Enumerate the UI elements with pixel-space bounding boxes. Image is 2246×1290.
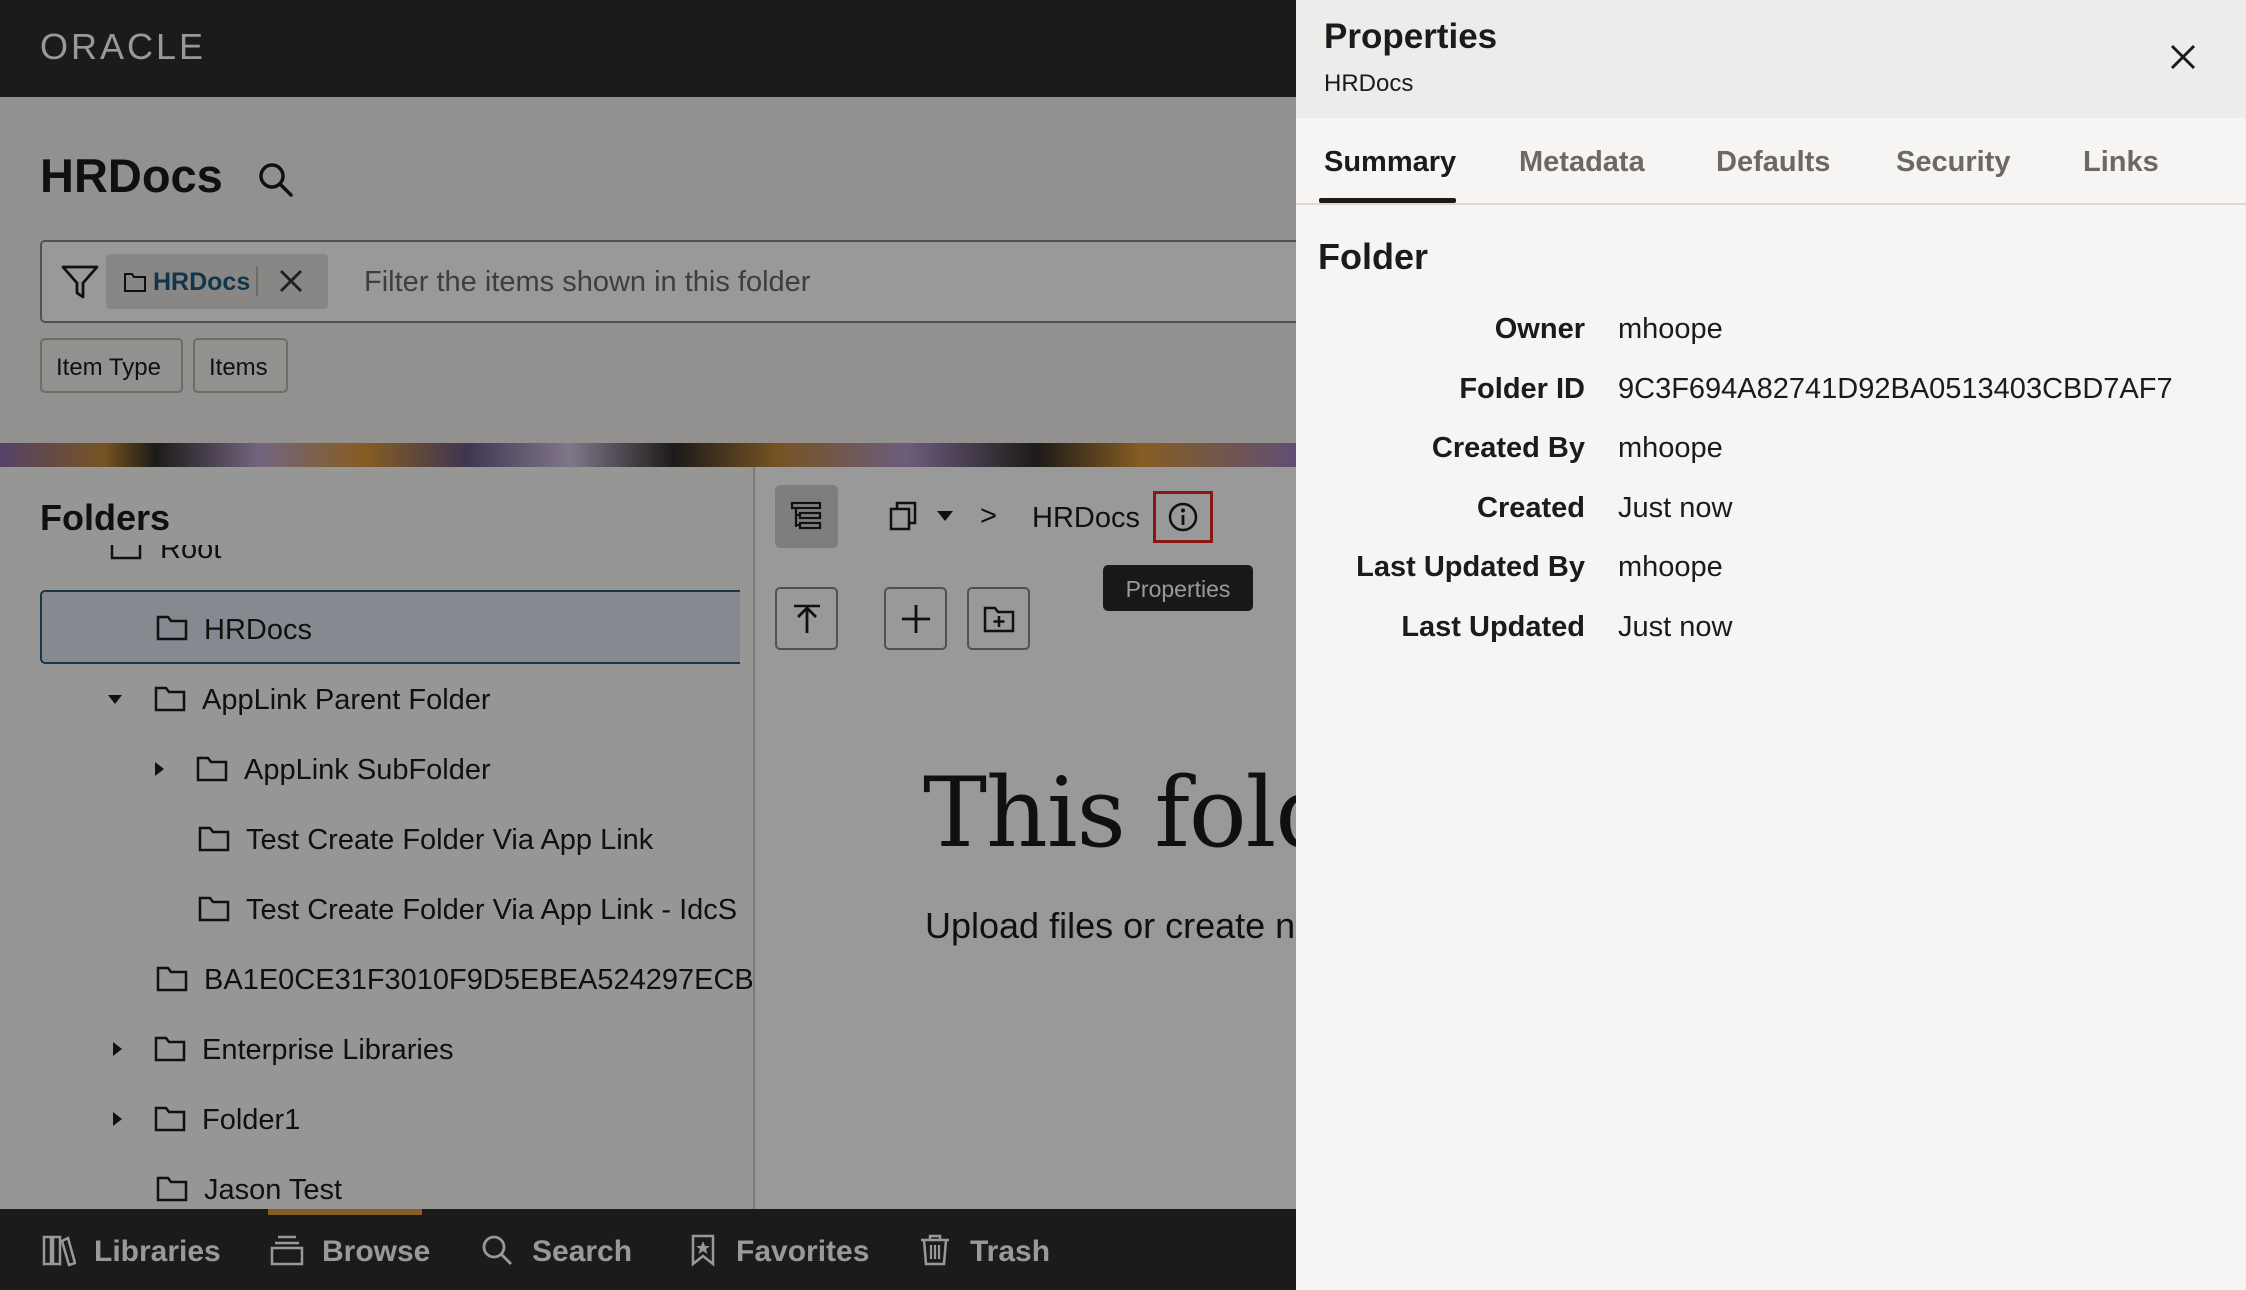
property-row-owner: Owner mhoope bbox=[1296, 313, 2246, 353]
drawer-title: Properties bbox=[1324, 17, 1498, 56]
section-title: Folder bbox=[1318, 236, 1429, 277]
property-row-last-updated: Last Updated Just now bbox=[1296, 611, 2246, 651]
property-value: Just now bbox=[1618, 611, 1733, 643]
property-label: Created bbox=[1477, 492, 1585, 524]
modal-overlay[interactable] bbox=[0, 0, 1296, 1290]
drawer-header: Properties HRDocs bbox=[1296, 0, 2246, 118]
property-value: mhoope bbox=[1618, 551, 1723, 583]
property-row-created: Created Just now bbox=[1296, 492, 2246, 532]
tab-links[interactable]: Links bbox=[2083, 146, 2159, 179]
app-background: ORACLE HRDocs HRDocs Filter the items sh… bbox=[0, 0, 1296, 1290]
properties-tabs: Summary Metadata Defaults Security Links bbox=[1296, 118, 2246, 205]
property-value: mhoope bbox=[1618, 313, 1723, 345]
property-label: Folder ID bbox=[1459, 373, 1585, 405]
property-value: mhoope bbox=[1618, 432, 1723, 464]
property-label: Owner bbox=[1494, 313, 1585, 345]
property-row-folder-id: Folder ID 9C3F694A82741D92BA0513403CBD7A… bbox=[1296, 373, 2246, 413]
active-tab-indicator bbox=[1319, 198, 1456, 203]
property-label: Last Updated bbox=[1401, 611, 1585, 643]
tab-security[interactable]: Security bbox=[1896, 146, 2010, 179]
property-value: Just now bbox=[1618, 492, 1733, 524]
property-row-last-updated-by: Last Updated By mhoope bbox=[1296, 551, 2246, 591]
drawer-subtitle: HRDocs bbox=[1324, 70, 1414, 97]
properties-drawer: Properties HRDocs Summary Metadata Defau… bbox=[1296, 0, 2246, 1290]
close-icon[interactable] bbox=[2166, 40, 2200, 74]
tab-summary[interactable]: Summary bbox=[1324, 146, 1456, 179]
property-label: Last Updated By bbox=[1356, 551, 1585, 583]
property-label: Created By bbox=[1431, 432, 1585, 464]
tab-metadata[interactable]: Metadata bbox=[1519, 146, 1645, 179]
property-value: 9C3F694A82741D92BA0513403CBD7AF7 bbox=[1618, 373, 2173, 405]
tab-defaults[interactable]: Defaults bbox=[1716, 146, 1830, 179]
property-row-created-by: Created By mhoope bbox=[1296, 432, 2246, 472]
